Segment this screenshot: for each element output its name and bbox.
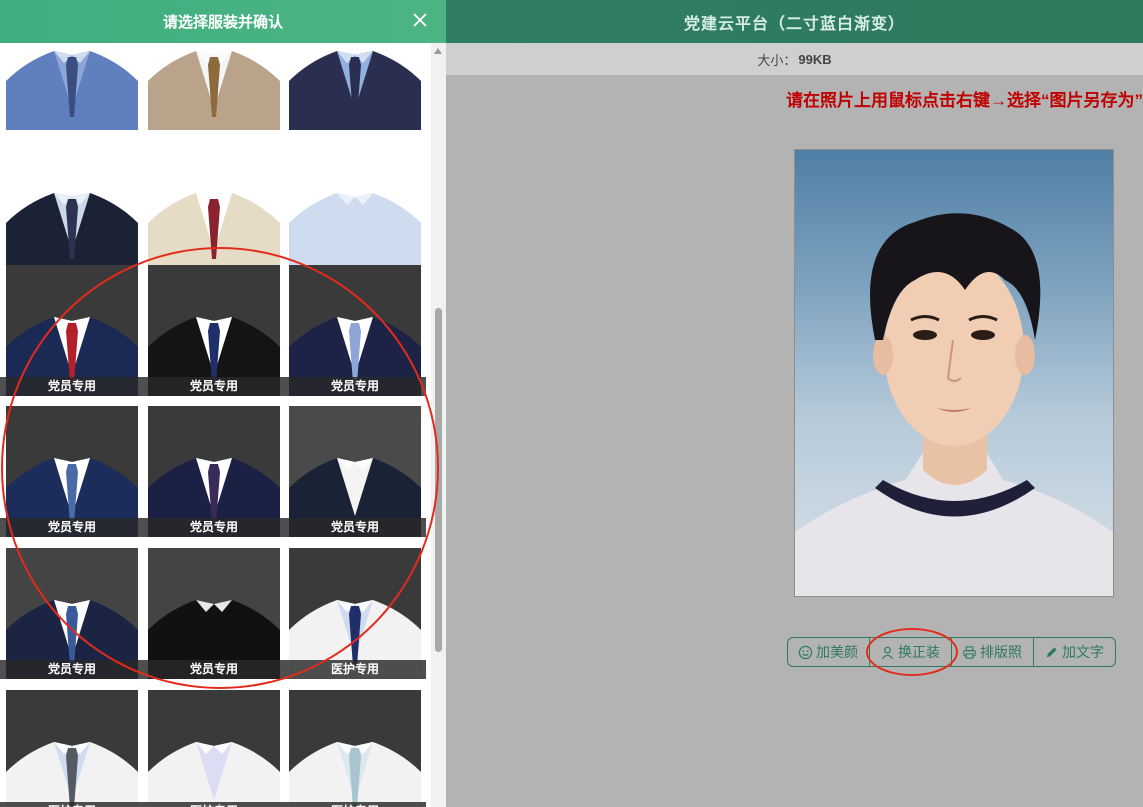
outfit-tile[interactable]: 医护专用 <box>6 690 138 807</box>
outfit-tile[interactable]: 党员专用 <box>6 265 138 396</box>
outfit-tile[interactable] <box>148 43 280 130</box>
drawer-scrollbar[interactable] <box>431 43 446 807</box>
add-text-button[interactable]: 加文字 <box>1034 638 1115 666</box>
outfit-tile-label: 医护专用 <box>6 802 138 807</box>
outfit-tile[interactable]: 党员专用 <box>148 548 280 679</box>
drawer-header: 请选择服装并确认 <box>0 0 446 43</box>
photo-action-bar: 加美颜 换正装 排版照 加文字 <box>787 637 1116 667</box>
page-title-text: 党建云平台（二寸蓝白渐变） <box>683 15 905 33</box>
scroll-thumb[interactable] <box>435 308 442 652</box>
smile-icon <box>798 645 813 659</box>
outfit-tile[interactable]: 党员专用 <box>148 406 280 537</box>
outfit-tile-label: 党员专用 <box>289 518 421 537</box>
outfit-tile[interactable]: 党员专用 <box>6 548 138 679</box>
beauty-button[interactable]: 加美颜 <box>788 638 870 666</box>
outfit-tile[interactable]: 医护专用 <box>148 690 280 807</box>
outfit-tile-label: 医护专用 <box>289 802 421 807</box>
outfit-tile[interactable]: 医护专用 <box>289 690 421 807</box>
drawer-title: 请选择服装并确认 <box>162 14 283 31</box>
outfit-tile[interactable]: 党员专用 <box>289 265 421 396</box>
layout-print-button-label: 排版照 <box>980 644 1022 660</box>
outfit-tile-label: 党员专用 <box>148 518 280 537</box>
id-photo[interactable] <box>794 149 1114 597</box>
change-outfit-button[interactable]: 换正装 <box>870 638 952 666</box>
printer-icon <box>963 645 976 659</box>
beauty-button-label: 加美颜 <box>816 644 858 660</box>
outfit-tile[interactable]: 医护专用 <box>289 548 421 679</box>
change-outfit-button-label: 换正装 <box>898 644 940 660</box>
outfit-tile[interactable] <box>6 43 138 130</box>
outfit-tile[interactable]: 党员专用 <box>289 406 421 537</box>
outfit-tile[interactable] <box>289 141 421 272</box>
outfit-grid: 党员专用 党员专用 党员专用 党员专用 党员专用 党员专用 党员专用 党员专用 … <box>0 43 430 807</box>
scroll-up-arrow-icon[interactable] <box>434 48 442 54</box>
user-icon <box>881 646 894 659</box>
file-size-label: 大小： <box>757 52 797 68</box>
outfit-tile[interactable] <box>148 141 280 272</box>
outfit-tile[interactable]: 党员专用 <box>148 265 280 396</box>
file-size-info: 大小： 99KB <box>446 43 1143 75</box>
save-instruction: 请在照片上用鼠标点击右键→选择“图片另存为” <box>786 91 1143 110</box>
pencil-icon <box>1046 646 1057 657</box>
outfit-tile-label: 医护专用 <box>289 660 421 679</box>
outfit-tile[interactable]: 党员专用 <box>6 406 138 537</box>
layout-print-button[interactable]: 排版照 <box>952 638 1034 666</box>
close-icon[interactable] <box>410 10 430 30</box>
portrait-illustration <box>795 213 1113 596</box>
add-text-button-label: 加文字 <box>1062 644 1104 660</box>
outfit-tile-label: 党员专用 <box>148 377 280 396</box>
file-size-value: 99KB <box>798 51 832 67</box>
outfit-drawer: 请选择服装并确认 党员专用 党员专用 党员专用 党员专用 党员专用 党员专用 党… <box>0 0 446 807</box>
outfit-tile-label: 党员专用 <box>6 660 138 679</box>
outfit-tile[interactable] <box>6 141 138 272</box>
outfit-tile-label: 医护专用 <box>148 802 280 807</box>
outfit-tile-label: 党员专用 <box>289 377 421 396</box>
outfit-tile-label: 党员专用 <box>6 518 138 537</box>
page-title: 党建云平台（二寸蓝白渐变） <box>446 0 1143 43</box>
outfit-tile[interactable] <box>289 43 421 130</box>
outfit-tile-label: 党员专用 <box>148 660 280 679</box>
outfit-tile-label: 党员专用 <box>6 377 138 396</box>
